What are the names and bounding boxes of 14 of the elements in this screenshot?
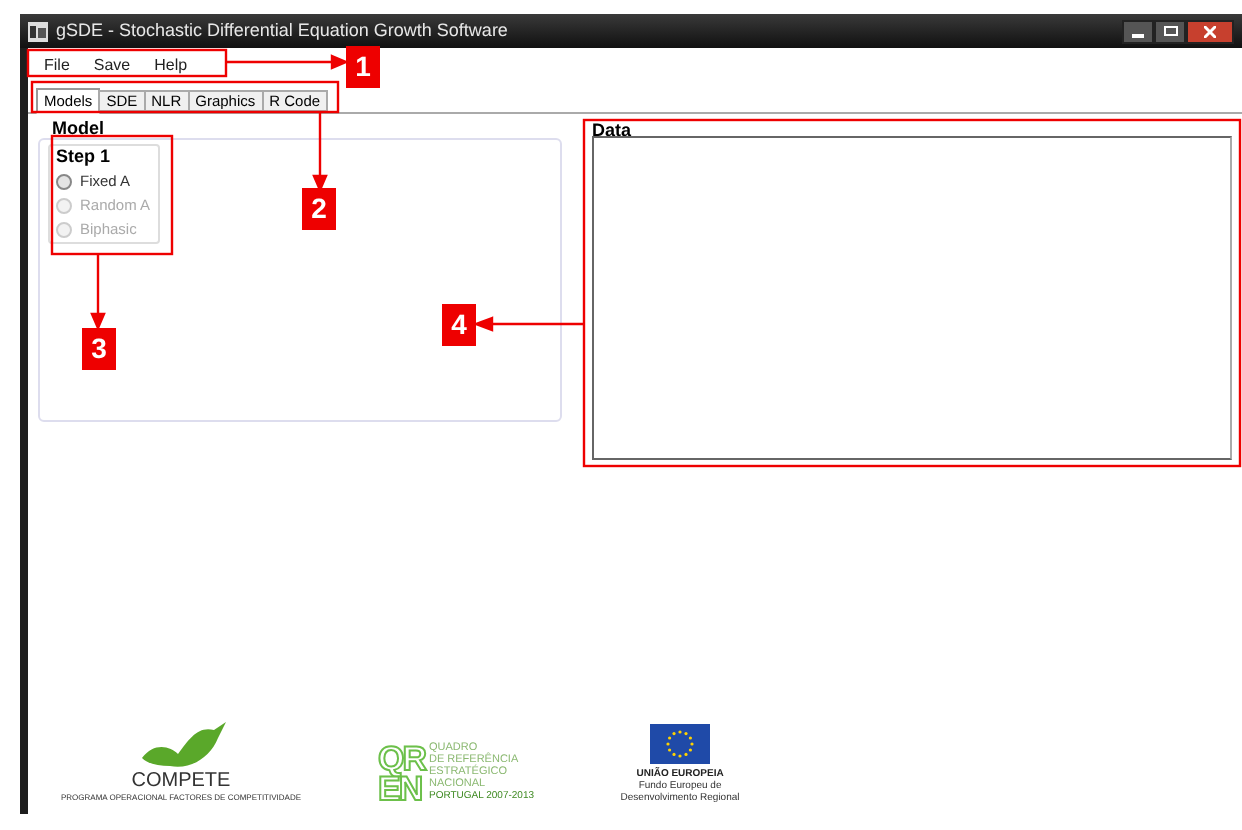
- menu-item[interactable]: Save: [93, 54, 131, 78]
- group-title: Step 1: [56, 146, 113, 168]
- callout-number: 4: [442, 304, 476, 346]
- window-title: gSDE - Stochastic Differential Equation Growth Software: [56, 17, 508, 44]
- callout-number: 1: [346, 46, 380, 88]
- logo-letters: QR: [378, 744, 425, 774]
- menu-item[interactable]: Help: [154, 54, 188, 78]
- callout-number: 2: [302, 188, 336, 230]
- logo-name: COMPETE: [131, 770, 231, 792]
- group-title: Model: [52, 120, 106, 138]
- menu-item[interactable]: File: [44, 54, 70, 78]
- group-title: Data: [592, 120, 634, 140]
- callout-number: 3: [82, 328, 116, 370]
- logo-letters: EN: [378, 774, 422, 804]
